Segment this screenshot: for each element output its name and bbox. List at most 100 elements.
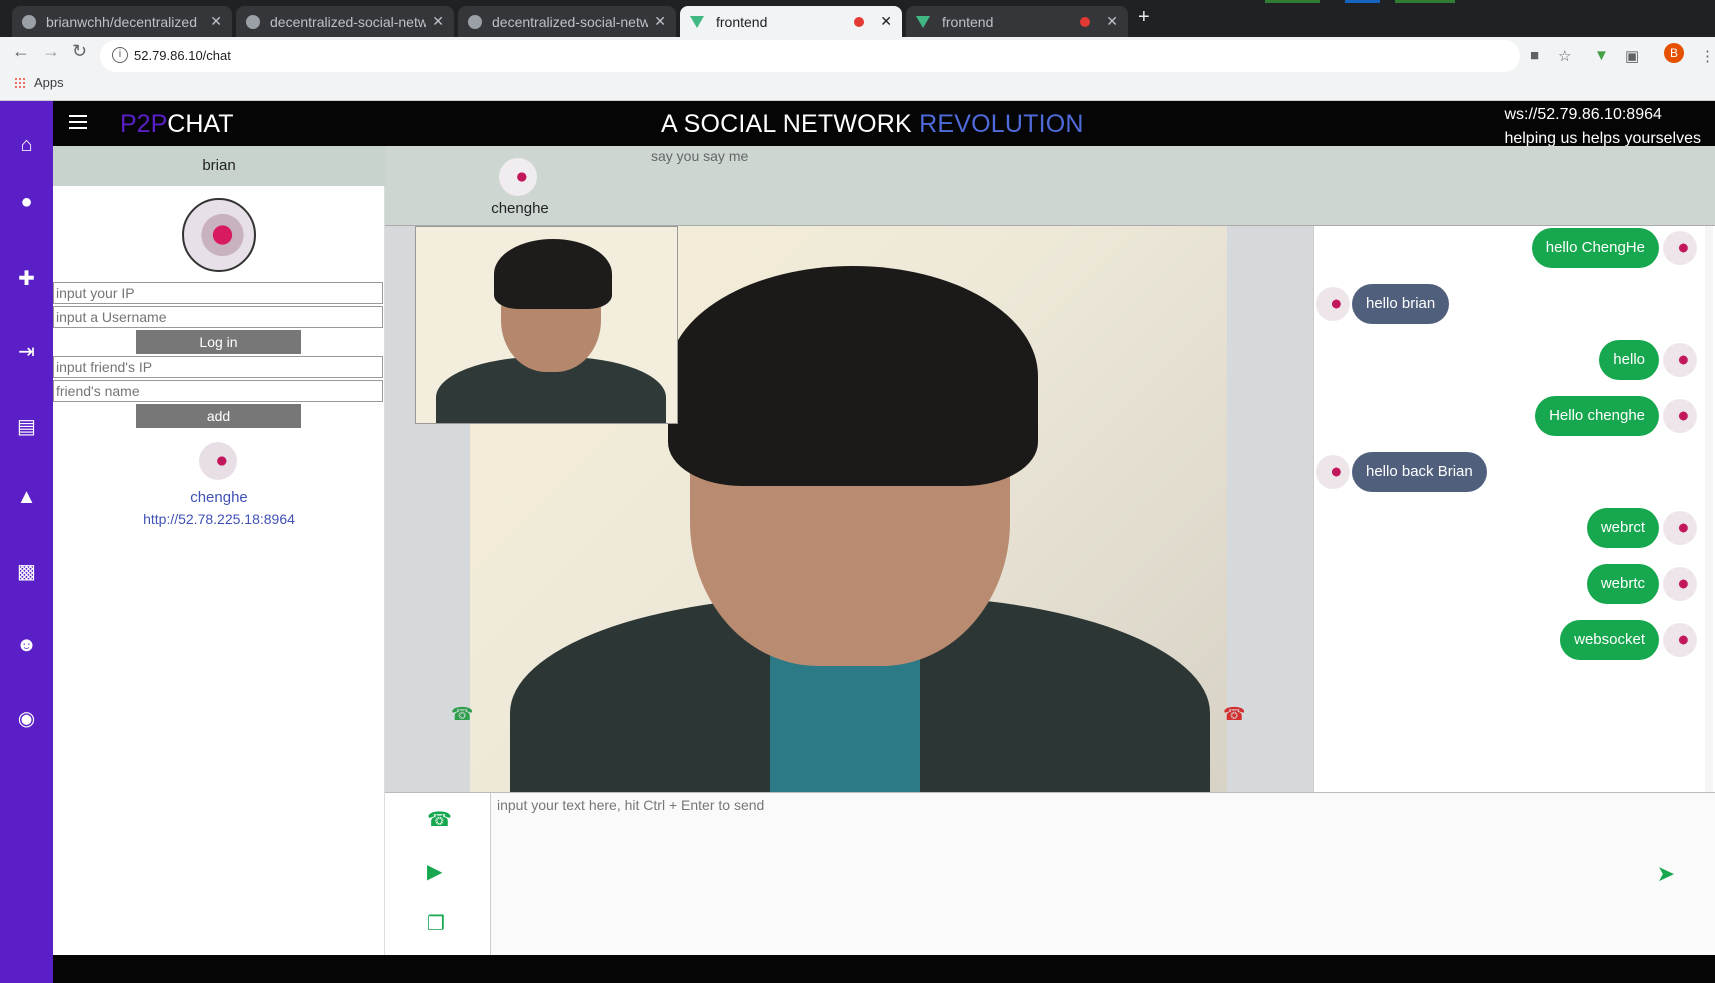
message-scrollbar[interactable] [1705,226,1713,792]
message-row: hello [1314,340,1699,382]
connection-info: ws://52.79.86.10:8964 helping us helps y… [1504,103,1701,151]
tab-strip-decoration [1265,0,1320,3]
friend-name-input[interactable] [53,380,383,402]
extension-icon[interactable]: ▣ [1625,47,1639,65]
browser-tab-1[interactable]: brianwchh/decentralized ✕ [12,6,232,37]
apps-grid-icon [14,76,26,89]
address-bar[interactable]: i 52.79.86.10/chat [100,40,1520,72]
sent-message: hello [1599,340,1659,380]
bookmarks-apps[interactable]: Apps [14,75,64,90]
recording-icon [1080,16,1091,27]
video-camera-icon[interactable]: ▶ [427,859,442,884]
apps-label: Apps [34,75,64,90]
camera-icon[interactable]: ■ [1530,47,1539,64]
video-call-area: ☎ ☎ [385,226,1313,792]
message-avatar [1663,511,1697,545]
browser-toolbar: ← → ↻ i 52.79.86.10/chat ■ ☆ ▼ ▣ B ⋮ App… [0,37,1715,101]
message-avatar [1663,567,1697,601]
shopping-bag-icon[interactable]: ▲ [0,486,53,509]
friend-name[interactable]: chenghe [53,489,385,506]
reload-icon[interactable]: ↻ [72,41,87,62]
friend-ip-input[interactable] [53,356,383,378]
message-row: websocket [1314,620,1699,662]
browser-tab-2[interactable]: decentralized-social-netw ✕ [236,6,454,37]
ws-address: ws://52.79.86.10:8964 [1504,106,1662,123]
message-placeholder: input your text here, hit Ctrl + Enter t… [497,797,765,813]
contact-name: chenghe [491,200,549,217]
answer-call-icon[interactable]: ☎ [451,704,473,725]
username-input[interactable] [53,306,383,328]
group-icon[interactable]: ☻ [0,634,53,657]
app-logo[interactable]: P2PCHAT [120,110,233,139]
browser-tab-5[interactable]: frontend ✕ [906,6,1128,37]
friend-address[interactable]: http://52.78.225.18:8964 [53,511,385,527]
message-input[interactable]: input your text here, hit Ctrl + Enter t… [491,793,1715,956]
message-row: Hello chenghe [1314,396,1699,438]
github-icon[interactable]: ◉ [0,706,53,731]
vue-icon [690,15,704,28]
contact-avatar [499,158,537,196]
photo-album-icon[interactable]: ▩ [0,559,53,584]
message-composer: ☎ ▶ ❐ input your text here, hit Ctrl + E… [385,792,1715,956]
user-panel: brian Log in add chenghe http://52.78.22… [53,146,385,955]
login-button[interactable]: Log in [136,330,301,354]
vue-devtools-icon[interactable]: ▼ [1594,47,1609,64]
message-list: hello ChengHe hello brian hello Hello ch… [1313,226,1713,792]
close-icon[interactable]: ✕ [654,13,666,30]
login-icon[interactable]: ⇥ [0,339,53,364]
message-row: hello ChengHe [1314,228,1699,270]
close-icon[interactable]: ✕ [1106,13,1118,30]
browser-tab-4[interactable]: frontend ✕ [680,6,902,37]
logo-chat: CHAT [167,110,234,138]
browser-tab-bar: brianwchh/decentralized ✕ decentralized-… [0,0,1715,37]
message-row: webrtc [1314,564,1699,606]
browser-tab-3[interactable]: decentralized-social-netw ✕ [458,6,676,37]
app-footer [53,955,1715,983]
local-video [415,226,678,424]
tab-title: decentralized-social-netw [492,13,649,30]
github-icon [246,14,260,29]
forward-arrow-icon[interactable]: → [42,41,60,62]
friend-avatar[interactable] [199,442,237,480]
ip-input[interactable] [53,282,383,304]
recording-icon [854,16,865,27]
tab-strip-decoration [1395,0,1455,3]
info-icon[interactable]: i [112,47,128,63]
close-icon[interactable]: ✕ [210,13,222,30]
tab-strip-decoration [1345,0,1380,3]
message-row: hello brian [1314,284,1699,326]
sent-message: hello ChengHe [1531,228,1659,268]
local-person-hair [494,239,612,309]
back-arrow-icon[interactable]: ← [12,41,30,62]
app-header: P2PCHAT A SOCIAL NETWORK REVOLUTION ws:/… [53,101,1715,147]
logo-p2p: P2P [120,110,168,138]
slogan-main: A SOCIAL NETWORK [661,110,912,138]
tab-title: frontend [716,13,768,30]
chat-bubble-icon[interactable]: ● [0,191,53,214]
profile-avatar[interactable]: B [1664,43,1684,63]
message-avatar [1316,287,1350,321]
close-icon[interactable]: ✕ [880,13,892,30]
message-avatar [1663,623,1697,657]
sent-message: webrct [1586,508,1659,548]
tab-title: brianwchh/decentralized [46,13,197,30]
composer-tools: ☎ ▶ ❐ [385,793,491,956]
add-person-icon[interactable]: ✚ [0,266,53,291]
contact-status: say you say me [651,148,749,164]
home-icon[interactable]: ⌂ [0,134,53,157]
add-friend-button[interactable]: add [136,404,301,428]
received-message: hello back Brian [1352,452,1487,492]
star-icon[interactable]: ☆ [1558,47,1571,65]
current-username: brian [53,146,385,186]
github-icon [468,14,482,29]
send-icon[interactable]: ➤ [1657,861,1675,887]
new-tab-button[interactable]: + [1138,6,1150,29]
copy-icon[interactable]: ❐ [427,911,445,936]
phone-icon[interactable]: ☎ [427,807,452,832]
close-icon[interactable]: ✕ [432,13,444,30]
menu-dots-icon[interactable]: ⋮ [1700,47,1715,65]
side-navigation: ⌂ ● ✚ ⇥ ▤ ▲ ▩ ☻ ◉ [0,101,53,983]
hamburger-menu-icon[interactable] [69,115,87,129]
storage-icon[interactable]: ▤ [0,414,53,439]
hang-up-icon[interactable]: ☎ [1223,704,1245,725]
